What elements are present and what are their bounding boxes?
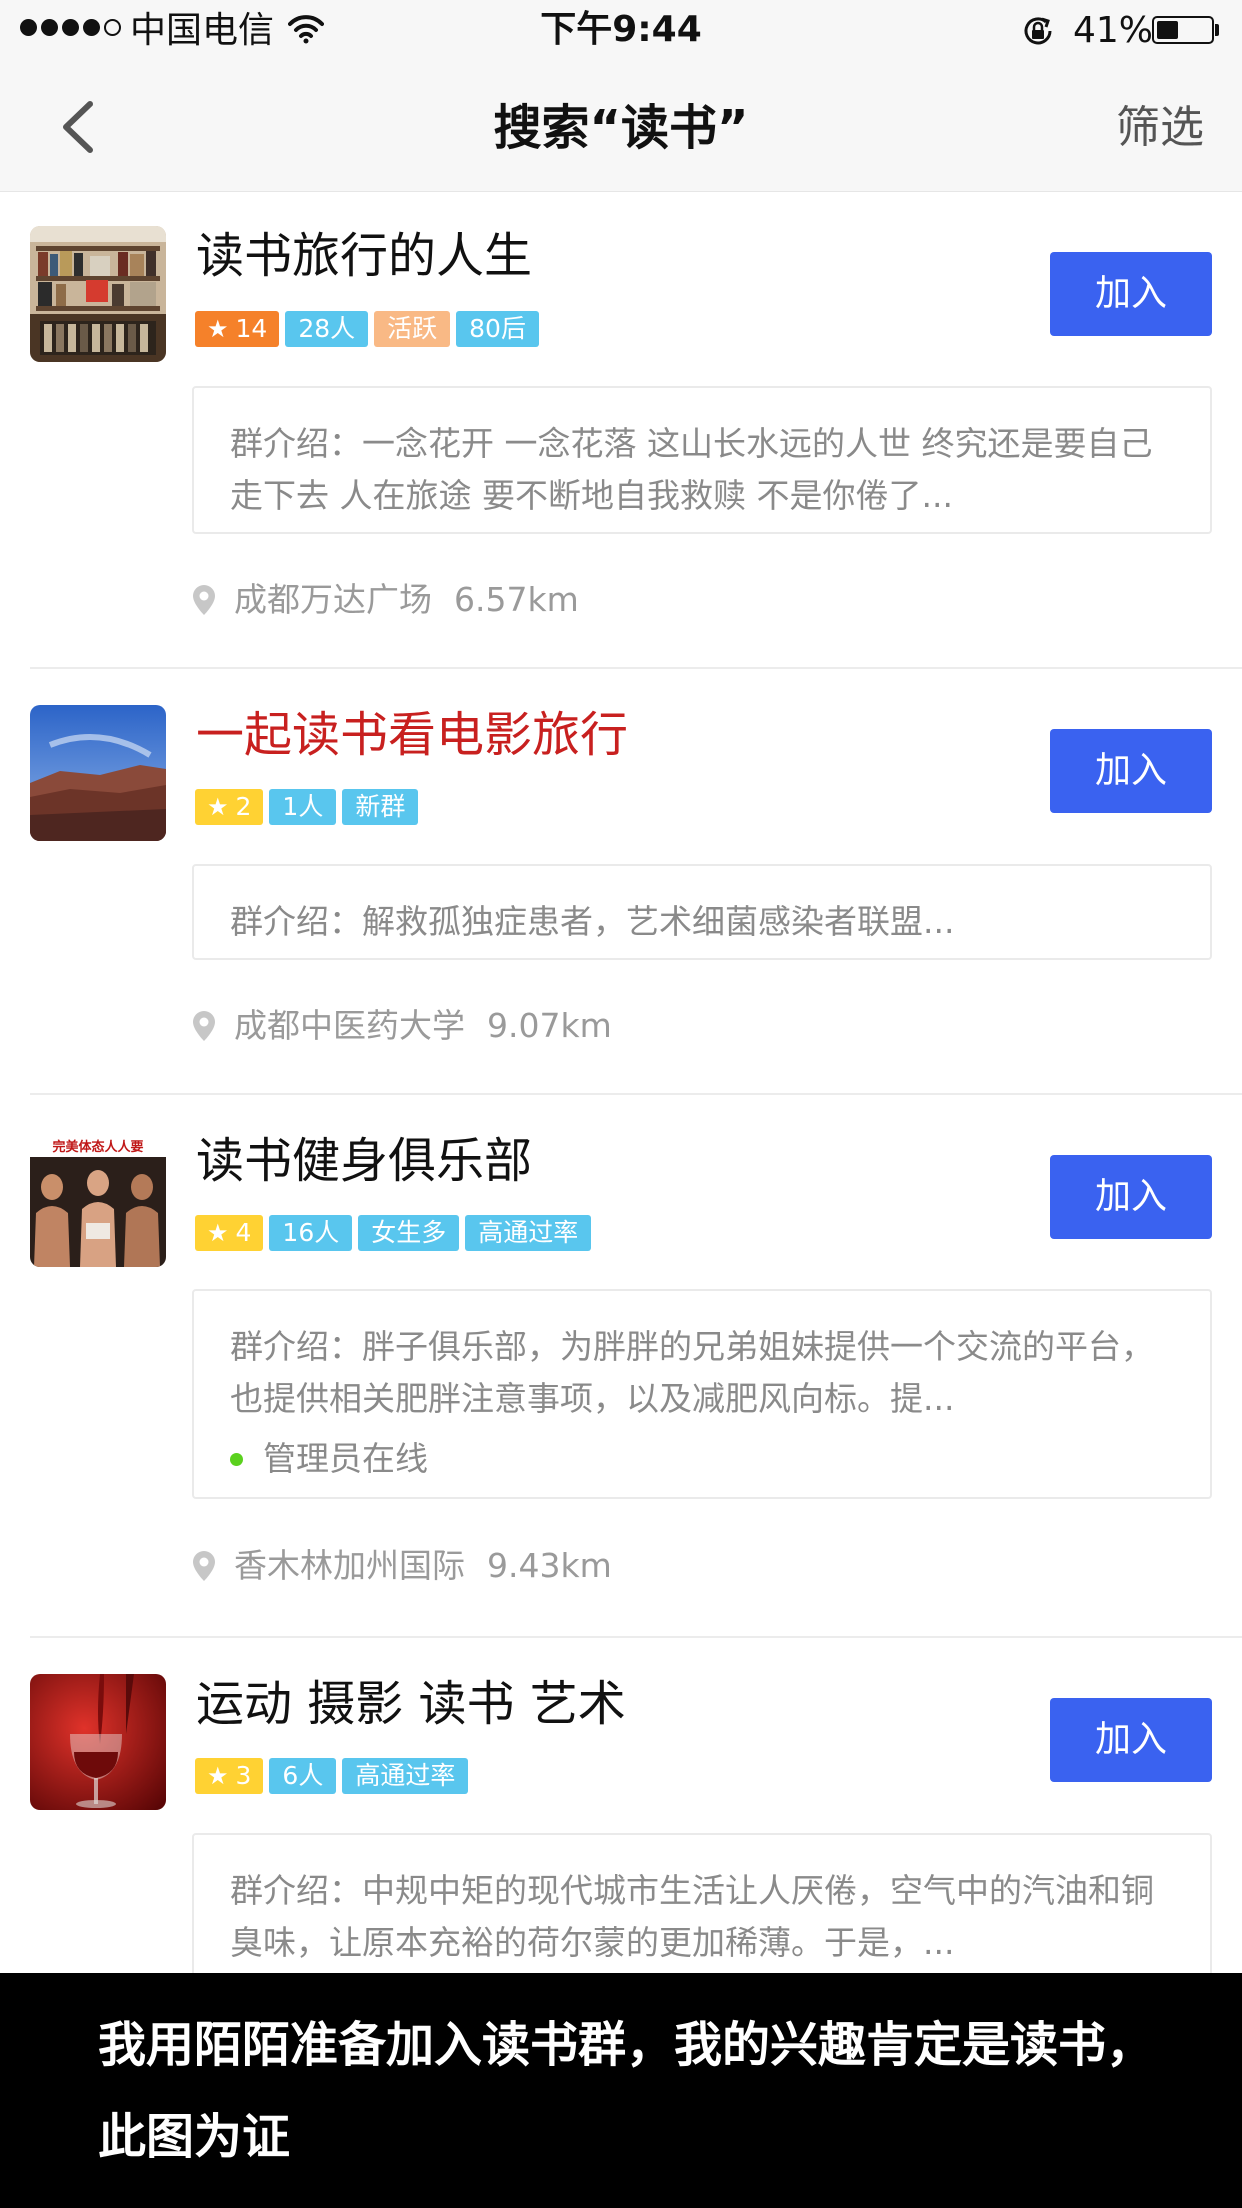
group-intro: 群介绍：中规中矩的现代城市生活让人厌倦，空气中的汽油和铜臭味，让原本充裕的荷尔蒙… <box>230 1871 1154 1962</box>
online-dot-icon <box>230 1452 243 1466</box>
star-icon: ★ <box>207 1219 229 1247</box>
page-title: 搜索“读书” <box>493 100 749 156</box>
group-item[interactable]: 运动 摄影 读书 艺术 ★ 3 6人 高通过率 加入 群介绍：中规中矩的现代城市生… <box>0 1638 1242 1973</box>
group-location: 成都万达广场 6.57km <box>192 574 579 626</box>
navigation-bar: 搜索“读书” 筛选 <box>0 62 1242 192</box>
group-item[interactable]: 一起读书看电影旅行 ★ 2 1人 新群 加入 群介绍：解救孤独症患者，艺术细菌感染… <box>0 669 1242 1093</box>
filter-button[interactable]: 筛选 <box>1116 98 1204 158</box>
group-tags: ★ 2 1人 新群 <box>195 789 419 825</box>
active-tag: 活跃 <box>374 311 451 347</box>
group-item[interactable]: 读书旅行的人生 ★ 14 28人 活跃 80后 加入 群介绍：一念花开 一念花落 … <box>0 192 1242 668</box>
caption-text: 我用陌陌准备加入读书群，我的兴趣肯定是读书，此图为证 <box>98 2017 1155 2165</box>
group-avatar <box>30 1674 166 1810</box>
location-name: 成都中医药大学 <box>234 1006 465 1045</box>
location-name: 成都万达广场 <box>234 580 432 619</box>
group-location: 成都中医药大学 9.07km <box>192 1000 612 1052</box>
star-icon: ★ <box>207 793 229 821</box>
distance: 6.57km <box>454 580 579 619</box>
group-tags: ★ 4 16人 女生多 高通过率 <box>195 1215 592 1251</box>
group-intro: 群介绍：胖子俱乐部，为胖胖的兄弟姐妹提供一个交流的平台，也提供相关肥胖注意事项，… <box>230 1327 1154 1418</box>
join-button[interactable]: 加入 <box>1050 252 1212 336</box>
approval-rate-tag: 高通过率 <box>465 1215 592 1251</box>
location-pin-icon <box>193 585 215 615</box>
group-avatar <box>30 226 166 362</box>
battery-percentage: 41% <box>1073 10 1154 51</box>
group-item[interactable]: 完美体态人人要 读书健身俱乐部 ★ 4 16人 女生多 高通过率 加入 群介绍：胖… <box>0 1095 1242 1635</box>
location-pin-icon <box>193 1551 215 1581</box>
battery-icon <box>1152 16 1214 44</box>
group-intro-box: 群介绍：解救孤独症患者，艺术细菌感染者联盟... <box>192 864 1212 960</box>
location-name: 香木林加州国际 <box>234 1546 465 1585</box>
level-badge: ★ 14 <box>195 311 280 347</box>
age-tag: 80后 <box>456 311 539 347</box>
group-intro: 群介绍：一念花开 一念花落 这山长水远的人世 终究还是要自己走下去 人在旅途 要… <box>230 424 1153 515</box>
level-badge: ★ 3 <box>195 1758 264 1794</box>
member-count-tag: 1人 <box>269 789 337 825</box>
approval-rate-tag: 高通过率 <box>342 1758 469 1794</box>
gender-tag: 女生多 <box>358 1215 460 1251</box>
star-icon: ★ <box>207 1762 229 1790</box>
distance: 9.07km <box>487 1006 612 1045</box>
join-button[interactable]: 加入 <box>1050 1698 1212 1782</box>
group-location: 香木林加州国际 9.43km <box>192 1540 612 1592</box>
member-count-tag: 6人 <box>269 1758 337 1794</box>
caption-overlay: 我用陌陌准备加入读书群，我的兴趣肯定是读书，此图为证 <box>0 1973 1242 2208</box>
location-pin-icon <box>193 1011 215 1041</box>
member-count-tag: 16人 <box>269 1215 353 1251</box>
join-button[interactable]: 加入 <box>1050 1155 1212 1239</box>
group-name: 一起读书看电影旅行 <box>196 707 629 763</box>
rotation-lock-icon <box>1020 13 1056 53</box>
status-bar: 中国电信 下午9:44 41% <box>0 0 1242 62</box>
new-group-tag: 新群 <box>342 789 419 825</box>
level-badge: ★ 2 <box>195 789 264 825</box>
distance: 9.43km <box>487 1546 612 1585</box>
member-count-tag: 28人 <box>285 311 369 347</box>
avatar-caption: 完美体态人人要 <box>52 1139 143 1155</box>
group-tags: ★ 14 28人 活跃 80后 <box>195 311 539 347</box>
join-button[interactable]: 加入 <box>1050 729 1212 813</box>
group-intro: 群介绍：解救孤独症患者，艺术细菌感染者联盟... <box>230 902 955 941</box>
group-name: 读书健身俱乐部 <box>196 1133 533 1189</box>
group-avatar: 完美体态人人要 <box>30 1131 166 1267</box>
group-tags: ★ 3 6人 高通过率 <box>195 1758 469 1794</box>
group-avatar <box>30 705 166 841</box>
admin-online-status: 管理员在线 <box>230 1433 1174 1485</box>
level-badge: ★ 4 <box>195 1215 264 1251</box>
group-name: 运动 摄影 读书 艺术 <box>196 1676 626 1732</box>
group-intro-box: 群介绍：一念花开 一念花落 这山长水远的人世 终究还是要自己走下去 人在旅途 要… <box>192 386 1212 534</box>
group-intro-box: 群介绍：中规中矩的现代城市生活让人厌倦，空气中的汽油和铜臭味，让原本充裕的荷尔蒙… <box>192 1833 1212 1973</box>
group-intro-box: 群介绍：胖子俱乐部，为胖胖的兄弟姐妹提供一个交流的平台，也提供相关肥胖注意事项，… <box>192 1289 1212 1499</box>
star-icon: ★ <box>207 315 229 343</box>
group-name: 读书旅行的人生 <box>196 228 533 284</box>
